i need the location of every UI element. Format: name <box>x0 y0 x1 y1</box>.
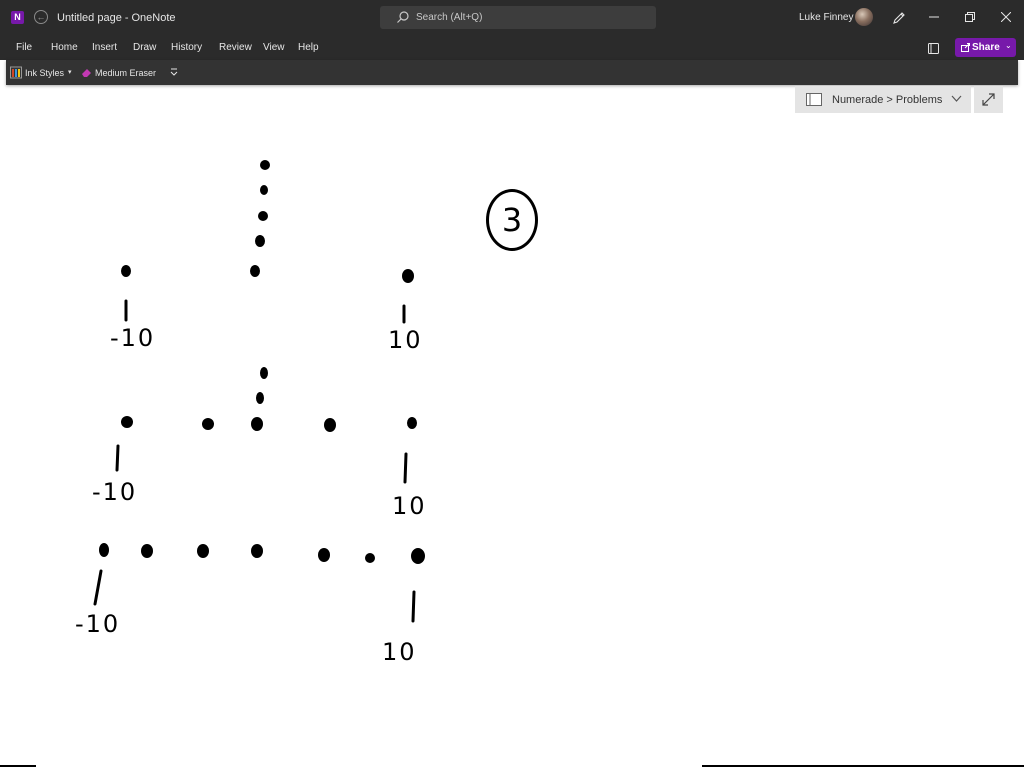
chevron-down-icon: ⌄ <box>1005 41 1012 50</box>
menu-view[interactable]: View <box>263 42 285 53</box>
ink-dot <box>407 417 417 429</box>
minimize-button[interactable] <box>920 6 948 28</box>
label-minus-ten-1: -10 <box>110 324 156 352</box>
ink-dot <box>141 544 153 558</box>
title-bar: N ← Untitled page - OneNote Search (Alt+Q)… <box>0 0 1024 36</box>
problem-number: 3 <box>501 201 523 239</box>
label-ten-1: 10 <box>388 326 423 354</box>
share-icon <box>961 43 970 52</box>
ink-styles-label: Ink Styles <box>25 68 65 78</box>
ink-dot <box>260 160 270 170</box>
draw-ribbon: Ink Styles ▾ Medium Eraser <box>6 60 1018 85</box>
ink-styles-icon <box>10 66 22 79</box>
menu-home[interactable]: Home <box>51 42 78 53</box>
avatar[interactable] <box>855 8 873 26</box>
back-arrow-icon[interactable]: ← <box>34 10 48 24</box>
eraser-icon <box>82 69 91 77</box>
label-minus-ten-3: -10 <box>75 610 121 638</box>
label-ten-3: 10 <box>382 638 417 666</box>
note-canvas[interactable]: 3 -10 10 -10 10 -10 10 <box>0 86 1024 768</box>
ink-dot <box>411 548 425 564</box>
ink-dot <box>260 367 268 379</box>
page-title: Untitled page <box>57 12 122 24</box>
ink-dot <box>250 265 260 277</box>
ink-stroke <box>115 444 120 472</box>
ink-dot <box>121 265 131 277</box>
search-icon <box>397 11 409 23</box>
menu-bar: File Home Insert Draw History Review Vie… <box>0 36 1024 60</box>
label-ten-2: 10 <box>392 492 427 520</box>
ink-stroke <box>403 452 408 484</box>
ink-dot <box>121 416 133 428</box>
page-edge-line <box>0 765 36 767</box>
ink-dot <box>258 211 268 221</box>
ribbon-overflow-icon[interactable] <box>169 66 179 78</box>
ink-dot <box>256 392 264 404</box>
title-separator: - <box>124 12 129 24</box>
notebooks-icon[interactable] <box>927 42 940 55</box>
share-button[interactable]: Share ⌄ <box>955 38 1016 57</box>
ink-dot <box>197 544 209 558</box>
ink-dot <box>251 544 263 558</box>
ink-dot <box>251 417 263 431</box>
eraser-label: Medium Eraser <box>95 68 157 78</box>
menu-file[interactable]: File <box>16 42 32 53</box>
close-button[interactable] <box>992 6 1020 28</box>
window-title: Untitled page - OneNote <box>57 12 176 24</box>
search-box[interactable]: Search (Alt+Q) <box>380 6 656 29</box>
ink-dot <box>318 548 330 562</box>
restore-button[interactable] <box>956 6 984 28</box>
ink-dot <box>202 418 214 430</box>
ink-dot <box>255 235 265 247</box>
minimize-icon <box>929 16 939 18</box>
restore-icon <box>965 12 975 22</box>
circled-problem-number: 3 <box>486 189 538 251</box>
menu-draw[interactable]: Draw <box>133 42 156 53</box>
ink-dot <box>324 418 336 432</box>
ink-stroke <box>411 590 416 623</box>
ink-dot <box>365 553 375 563</box>
menu-review[interactable]: Review <box>219 42 252 53</box>
share-label: Share <box>972 42 1000 53</box>
pen-icon[interactable] <box>891 10 907 26</box>
menu-insert[interactable]: Insert <box>92 42 117 53</box>
chevron-down-icon: ▾ <box>68 69 72 76</box>
page-edge-line <box>702 765 1024 767</box>
user-name[interactable]: Luke Finney <box>799 12 853 23</box>
label-minus-ten-2: -10 <box>92 478 138 506</box>
ink-dot <box>402 269 414 283</box>
ink-stroke <box>93 569 103 606</box>
close-icon <box>1001 12 1011 22</box>
menu-history[interactable]: History <box>171 42 202 53</box>
app-name: OneNote <box>131 12 176 24</box>
ink-dot <box>99 543 109 557</box>
menu-help[interactable]: Help <box>298 42 319 53</box>
ink-dot <box>260 185 268 195</box>
search-input[interactable]: Search (Alt+Q) <box>416 12 482 23</box>
onenote-icon: N <box>11 11 24 24</box>
